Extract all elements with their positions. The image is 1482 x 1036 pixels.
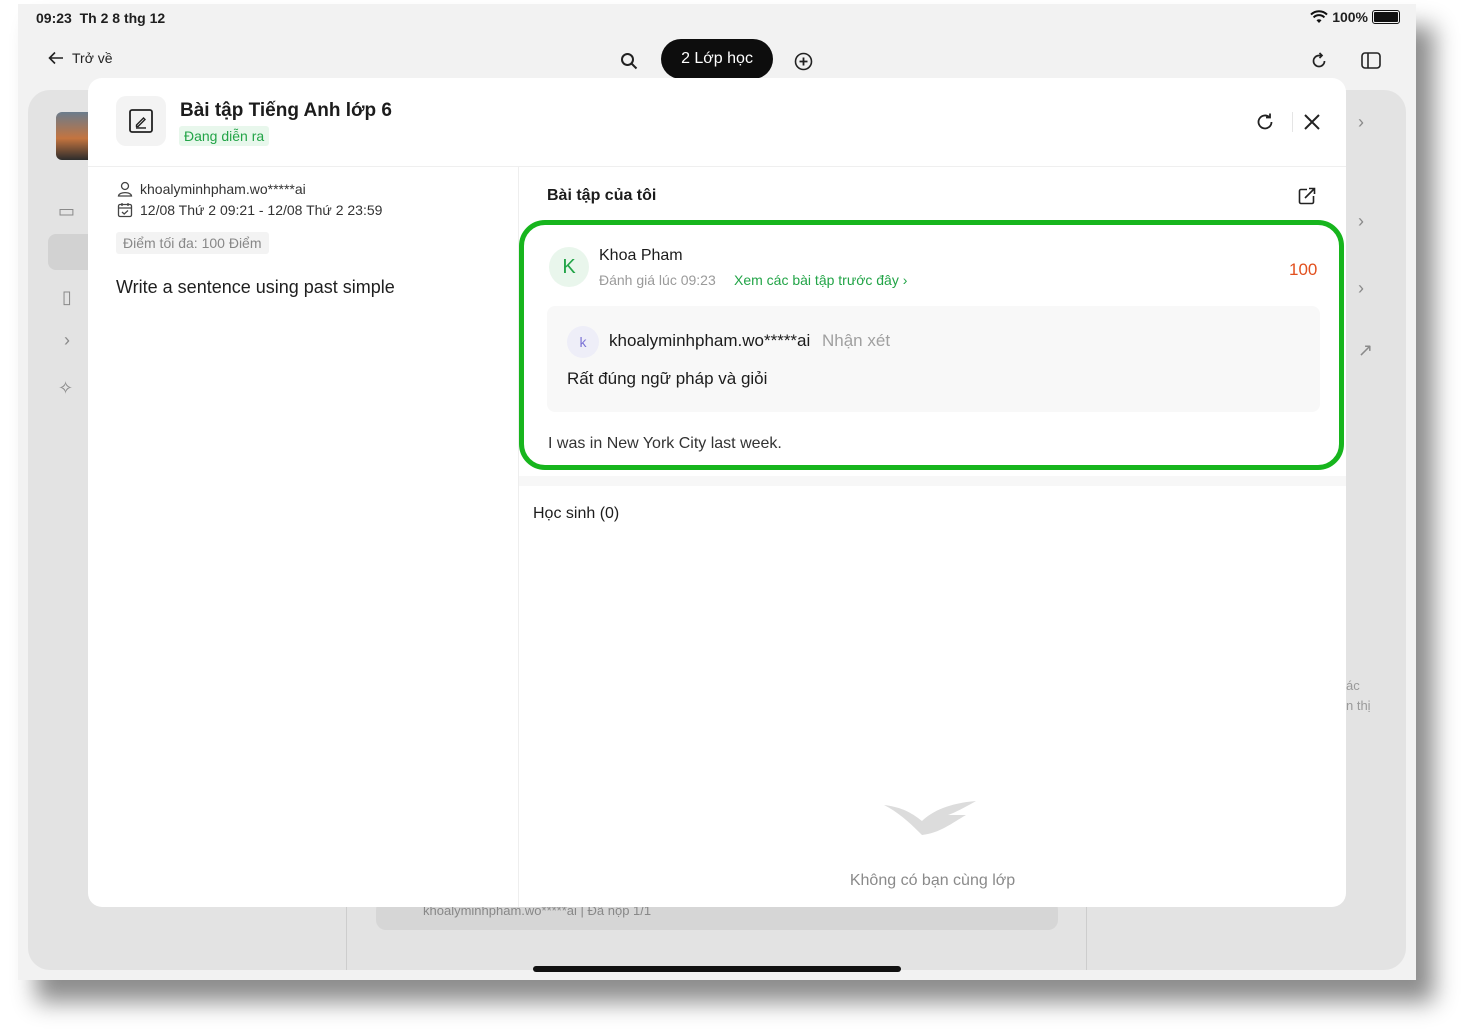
section-divider bbox=[519, 476, 1346, 486]
refresh-icon[interactable] bbox=[1310, 52, 1328, 70]
chevron-right-icon: › bbox=[902, 272, 908, 288]
chevron-right-icon: › bbox=[1358, 278, 1364, 298]
close-icon[interactable] bbox=[1302, 112, 1322, 132]
previous-submissions-label: Xem các bài tập trước đây bbox=[734, 272, 899, 288]
status-time: 09:23 Th 2 8 thg 12 bbox=[36, 10, 166, 26]
sparkle-icon: ✧ bbox=[58, 378, 74, 398]
back-button[interactable]: Trở về bbox=[48, 50, 113, 66]
file-icon: ▯ bbox=[62, 287, 72, 307]
arrow-left-icon bbox=[48, 51, 63, 65]
assignment-icon-box bbox=[116, 96, 166, 146]
background-divider bbox=[346, 904, 347, 970]
background-text: n thị bbox=[1346, 698, 1371, 713]
assignment-details: khoalyminhpham.wo*****ai 12/08 Thứ 2 09:… bbox=[88, 167, 519, 907]
refresh-icon[interactable] bbox=[1254, 111, 1276, 133]
header-divider bbox=[1292, 112, 1293, 132]
assignment-question: Write a sentence using past simple bbox=[116, 277, 395, 297]
previous-submissions-link[interactable]: Xem các bài tập trước đây › bbox=[734, 272, 907, 288]
max-score-badge: Điểm tối đa: 100 Điểm bbox=[116, 232, 269, 254]
students-heading: Học sinh (0) bbox=[533, 505, 620, 522]
date-range: 12/08 Thứ 2 09:21 - 12/08 Thứ 2 23:59 bbox=[140, 202, 383, 218]
external-arrow-icon: ↗ bbox=[1358, 340, 1374, 360]
sidebar-toggle-icon[interactable] bbox=[1361, 52, 1381, 69]
home-indicator[interactable] bbox=[533, 966, 901, 972]
battery-icon bbox=[1372, 10, 1400, 24]
assignment-modal: Bài tập Tiếng Anh lớp 6 Đang diễn ra kho… bbox=[88, 78, 1346, 907]
status-right: 100% bbox=[1310, 9, 1400, 25]
background-divider bbox=[1086, 904, 1087, 970]
comment-card: k khoalyminhpham.wo*****ai Nhận xét Rất … bbox=[547, 306, 1320, 412]
modal-title: Bài tập Tiếng Anh lớp 6 bbox=[180, 100, 392, 121]
author-row: khoalyminhpham.wo*****ai bbox=[117, 181, 306, 197]
my-work-heading: Bài tập của tôi bbox=[547, 187, 657, 204]
wifi-icon bbox=[1310, 10, 1328, 23]
top-toolbar: Trở về 2 Lớp học bbox=[18, 38, 1416, 82]
calendar-check-icon bbox=[117, 203, 133, 218]
chevron-right-icon: › bbox=[1358, 112, 1364, 132]
score-value: 100 bbox=[1289, 260, 1318, 279]
search-icon[interactable] bbox=[620, 52, 638, 70]
share-icon[interactable] bbox=[1298, 187, 1316, 205]
edit-document-icon bbox=[129, 109, 153, 133]
book-icon: ▭ bbox=[58, 201, 76, 221]
date-row: 12/08 Thứ 2 09:21 - 12/08 Thứ 2 23:59 bbox=[117, 202, 382, 218]
empty-state-bird-icon bbox=[884, 801, 976, 835]
submitted-answer: I was in New York City last week. bbox=[548, 435, 782, 452]
author-name: khoalyminhpham.wo*****ai bbox=[140, 181, 306, 197]
back-label: Trở về bbox=[72, 50, 113, 66]
my-work-panel: Bài tập của tôi K Khoa Pham Đánh giá lúc… bbox=[519, 167, 1346, 907]
status-badge: Đang diễn ra bbox=[179, 126, 270, 146]
chevron-right-icon: › bbox=[1358, 211, 1364, 231]
status-bar: 09:23 Th 2 8 thg 12 100% bbox=[18, 4, 1416, 32]
add-circle-icon[interactable] bbox=[794, 52, 813, 71]
avatar: K bbox=[549, 247, 589, 287]
class-switcher-button[interactable]: 2 Lớp học bbox=[661, 39, 773, 79]
background-text: ác bbox=[1346, 678, 1360, 693]
battery-percent: 100% bbox=[1332, 9, 1368, 25]
graded-at-text: Đánh giá lúc 09:23 bbox=[599, 272, 716, 288]
comment-text: Rất đúng ngữ pháp và giỏi bbox=[567, 369, 768, 388]
empty-state-text: Không có bạn cùng lớp bbox=[849, 872, 1016, 889]
chevron-right-icon: › bbox=[64, 330, 70, 350]
student-name: Khoa Pham bbox=[599, 247, 683, 264]
commenter-name: khoalyminhpham.wo*****ai bbox=[609, 331, 811, 350]
user-icon bbox=[117, 181, 133, 197]
comment-label: Nhận xét bbox=[822, 331, 891, 350]
modal-header: Bài tập Tiếng Anh lớp 6 Đang diễn ra bbox=[88, 78, 1346, 167]
avatar: k bbox=[567, 326, 599, 358]
